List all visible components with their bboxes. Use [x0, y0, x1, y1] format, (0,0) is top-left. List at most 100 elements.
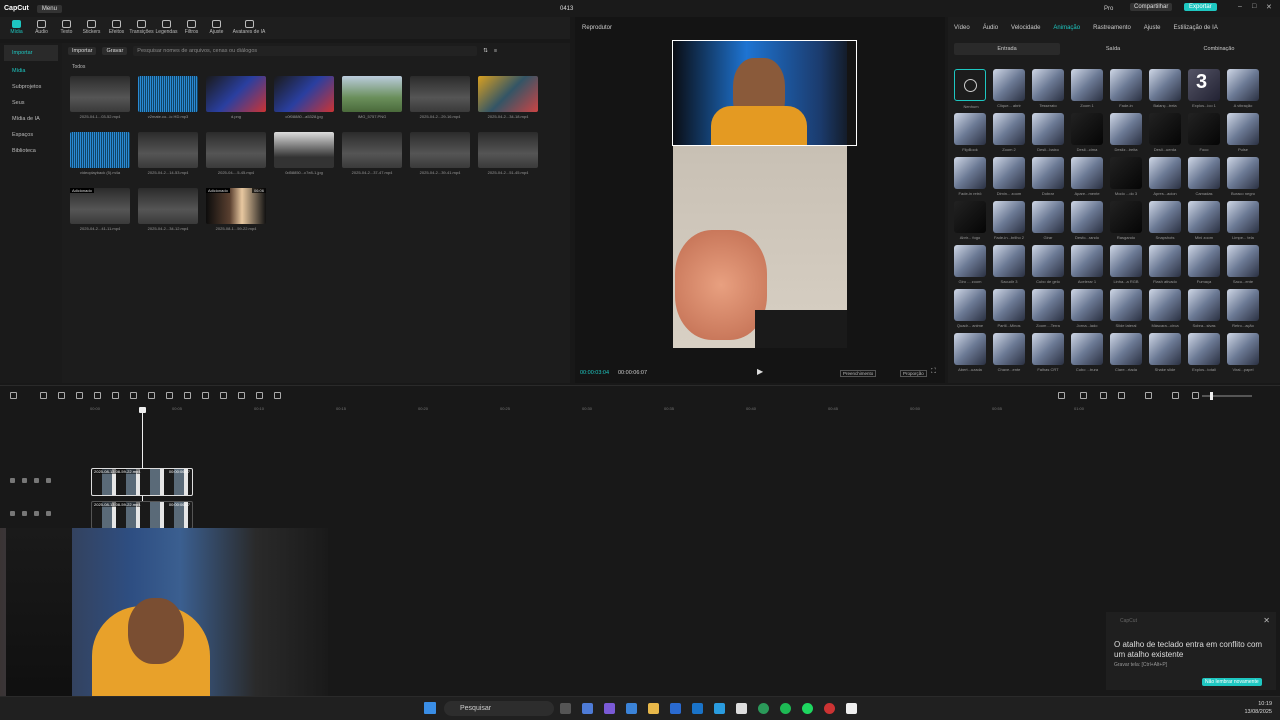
taskview-icon[interactable] [560, 703, 571, 714]
media-thumbnail[interactable]: 2025-04-2...29-16.mp4 [410, 76, 470, 119]
import-button[interactable]: Importar [68, 46, 97, 55]
sidebar-item-4[interactable]: Mídia de IA [0, 111, 62, 127]
zoom-slider[interactable] [1202, 392, 1252, 400]
more-icon[interactable] [46, 478, 51, 483]
obs-icon[interactable] [824, 703, 835, 714]
animation-effect[interactable]: Dimin... zoom [993, 157, 1025, 196]
panel-tab-5[interactable]: Ajuste [1144, 25, 1161, 31]
media-thumbnail[interactable]: 2025-04-2...41-11.mp4 Adicionado [70, 188, 130, 231]
explorer-icon[interactable] [648, 703, 659, 714]
media-thumbnail[interactable]: c0f08880...a5328.jpg [274, 76, 334, 119]
animation-effect[interactable]: Balanç...trela [1149, 69, 1181, 108]
animation-effect[interactable]: Foco [1188, 113, 1220, 152]
notepad-icon[interactable] [736, 703, 747, 714]
timeline-tool-icon[interactable] [94, 392, 101, 399]
timeline-tool-icon[interactable] [184, 392, 191, 399]
windows-start-icon[interactable] [424, 702, 436, 714]
media-thumbnail[interactable]: 2025-04-2...51-45.mp4 [478, 132, 538, 175]
lock-icon[interactable] [10, 478, 15, 483]
taskbar-search[interactable]: Pesquisar [444, 701, 554, 716]
animation-effect[interactable]: Cubo de gelo [1032, 245, 1064, 284]
animation-effect[interactable]: Limpe... tela [1227, 201, 1259, 240]
animation-effect[interactable]: Fumaça [1188, 245, 1220, 284]
animation-effect[interactable]: Clique... abrir [993, 69, 1025, 108]
edge-icon[interactable] [626, 703, 637, 714]
animation-effect[interactable]: Sacu...ente [1227, 245, 1259, 284]
animation-effect[interactable]: Clare...rtada [1110, 333, 1142, 372]
toolbar-tab-5[interactable]: Transições [129, 17, 154, 35]
close-icon[interactable]: ✕ [1263, 616, 1270, 625]
animation-effect[interactable]: Máscara...circa [1149, 289, 1181, 328]
animation-effect[interactable]: Jorna...lado [1071, 289, 1103, 328]
minimize-icon[interactable]: – [1238, 3, 1242, 10]
animation-effect[interactable]: Quadr... anime [954, 289, 986, 328]
animation-effect[interactable]: Desli...uerda [1149, 113, 1181, 152]
audio-icon[interactable] [34, 478, 39, 483]
media-thumbnail[interactable]: IMG_5757.PNG [342, 76, 402, 119]
panel-tab-1[interactable]: Áudio [983, 25, 998, 31]
store-icon[interactable] [670, 703, 681, 714]
eye-icon[interactable] [22, 478, 27, 483]
sidebar-item-2[interactable]: Subprojetos [0, 79, 62, 95]
video-clip[interactable]: 2025-08-13 08-59-22.mp4 00:00:06:07 [91, 468, 193, 496]
animation-effect[interactable]: Cubo ...trura [1071, 333, 1103, 372]
media-thumbnail[interactable]: 0d58850...c7e8-1.jpg [274, 132, 334, 175]
animation-effect[interactable]: Desfo...rando [1071, 201, 1103, 240]
animation-effect[interactable]: Zoom 1 [1071, 69, 1103, 108]
toolbar-tab-2[interactable]: Texto [54, 17, 79, 35]
animation-effect[interactable]: Dobrar [1032, 157, 1064, 196]
animation-effect[interactable]: Flash ativado [1149, 245, 1181, 284]
timeline-control-icon[interactable] [1118, 392, 1125, 399]
animation-effect[interactable]: Linha...a RGB [1110, 245, 1142, 284]
media-thumbnail[interactable]: 2025-04-...5-45.mp4 [206, 132, 266, 175]
animation-effect[interactable]: Modo ...do 3 [1110, 157, 1142, 196]
toolbar-tab-7[interactable]: Filtros [179, 17, 204, 35]
sidebar-item-6[interactable]: Biblioteca [0, 143, 62, 159]
dont-remind-button[interactable]: Não lembrar novamente [1202, 678, 1262, 686]
export-button[interactable]: Exportar [1184, 3, 1217, 11]
animation-effect[interactable]: Fade-in retrô [954, 157, 986, 196]
animation-effect[interactable]: Nenhum [954, 69, 986, 109]
timeline-control-icon[interactable] [1172, 392, 1179, 399]
video-clip[interactable]: 2025-08-13 08-59-22.mp4 00:00:06:07 [91, 501, 193, 529]
panel-tab-6[interactable]: Estilização de IA [1173, 25, 1217, 31]
play-icon[interactable]: ▶ [757, 367, 763, 376]
animation-effect[interactable]: Abert...uzada [954, 333, 986, 372]
animation-effect[interactable]: Slide lateral [1110, 289, 1142, 328]
toolbar-tab-3[interactable]: Stickers [79, 17, 104, 35]
subtab-2[interactable]: Combinação [1166, 43, 1272, 55]
panel-tab-3[interactable]: Animação [1053, 25, 1080, 31]
animation-effect[interactable]: Pulse [1227, 113, 1259, 152]
toolbar-tab-0[interactable]: Mídia [4, 17, 29, 35]
animation-effect[interactable]: Snapshots [1149, 201, 1181, 240]
animation-effect[interactable]: Shake slide [1149, 333, 1181, 372]
close-icon[interactable]: ✕ [1266, 3, 1272, 11]
share-button[interactable]: Compartilhar [1130, 3, 1173, 11]
animation-effect[interactable]: Desli...baixo [1032, 113, 1064, 152]
menu-button[interactable]: Menu [36, 4, 62, 13]
teams-icon[interactable] [604, 703, 615, 714]
animation-effect[interactable]: Acelerar 1 [1071, 245, 1103, 284]
toolbar-tab-9[interactable]: Avatares de IA [229, 17, 269, 35]
toolbar-tab-4[interactable]: Efeitos [104, 17, 129, 35]
timeline-tool-icon[interactable] [10, 392, 17, 399]
panel-tab-4[interactable]: Rastreamento [1093, 25, 1131, 31]
timeline-tool-icon[interactable] [202, 392, 209, 399]
animation-effect[interactable]: Sobra...sivas [1188, 289, 1220, 328]
chrome-icon[interactable] [758, 703, 769, 714]
animation-effect[interactable]: Girar [1032, 201, 1064, 240]
ratio-button[interactable]: Proporção [900, 370, 927, 377]
animation-effect[interactable]: Explos...totali [1188, 333, 1220, 372]
media-thumbnail[interactable]: 2025-04-1...03-52.mp4 [70, 76, 130, 119]
timeline-tool-icon[interactable] [238, 392, 245, 399]
animation-effect[interactable]: FlipBook [954, 113, 986, 152]
animation-effect[interactable]: Rasgando [1110, 201, 1142, 240]
timeline-tool-icon[interactable] [40, 392, 47, 399]
animation-effect[interactable]: Mini zoom [1188, 201, 1220, 240]
subtab-1[interactable]: Saída [1060, 43, 1166, 55]
timeline-tool-icon[interactable] [112, 392, 119, 399]
timeline-tool-icon[interactable] [130, 392, 137, 399]
animation-effect[interactable]: Fade-in...brilho 2 [993, 201, 1025, 240]
taskbar-clock[interactable]: 10:19 13/08/2025 [1244, 700, 1272, 716]
media-thumbnail[interactable]: 2025-04-2...14-53.mp4 [138, 132, 198, 175]
